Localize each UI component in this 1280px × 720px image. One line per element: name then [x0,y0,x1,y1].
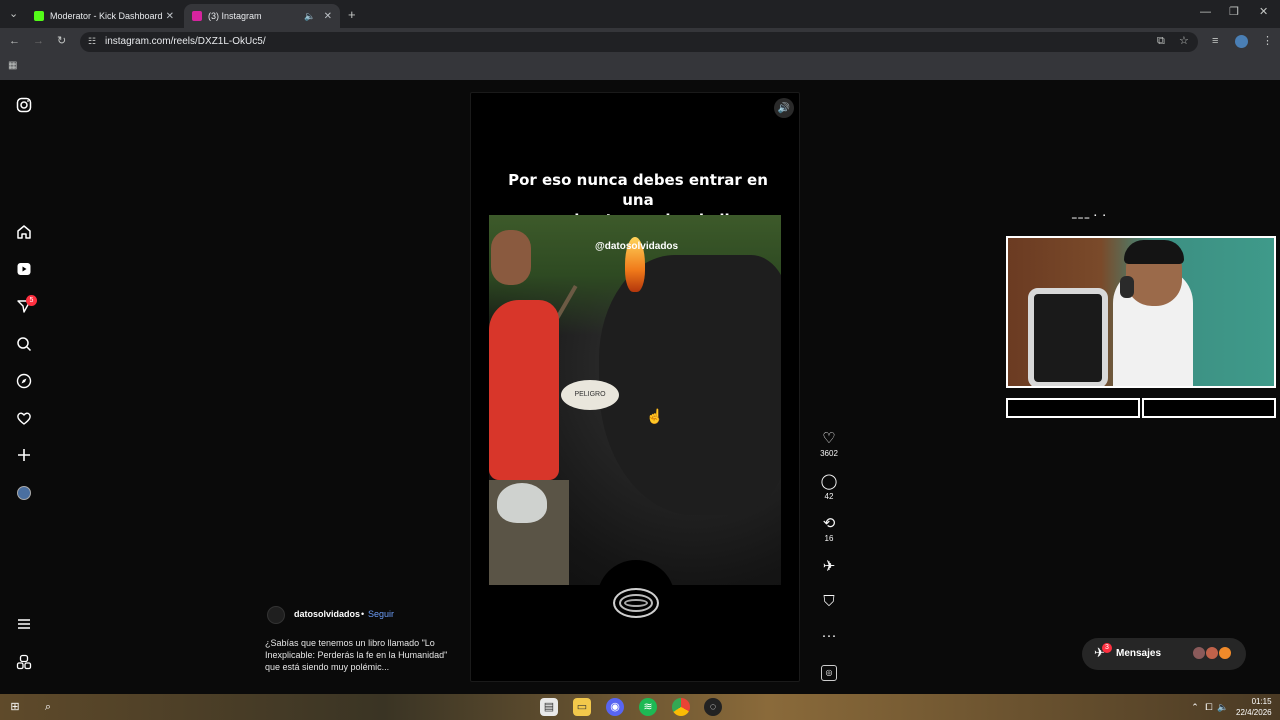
windows-start-icon[interactable]: ⊞ [6,698,24,716]
install-app-icon[interactable]: ⧉ [1157,36,1165,47]
reels-icon[interactable] [14,259,34,279]
channel-logo-ring-icon [613,588,659,618]
more-icon: ··· [821,627,837,644]
search-icon[interactable] [14,334,34,354]
instagram-favicon-icon [192,11,202,21]
more-options-button[interactable]: ··· [816,628,842,644]
obs-icon[interactable]: ◌ [704,698,722,716]
kick-favicon-icon [34,11,44,21]
media-control-icon[interactable]: ≡ [1212,36,1218,47]
comment-icon: ◯ [820,473,838,490]
video-watermark: @datosolvidados [595,241,679,252]
author-name[interactable]: datosolvidados [294,609,360,619]
avatar [1205,646,1219,660]
separator-dot: • [361,609,365,619]
helmet-graphic [497,483,547,523]
file-explorer-icon[interactable]: ▭ [573,698,591,716]
bookmark-star-icon[interactable]: ☆ [1179,36,1189,47]
caption-text[interactable]: ¿Sabías que tenemos un libro llamado "Lo… [265,637,455,673]
volume-icon[interactable]: 🔊 [774,98,794,118]
site-info-icon[interactable]: ☷ [88,37,96,46]
minimize-icon[interactable]: — [1200,7,1211,18]
man-head-graphic [491,230,531,285]
comment-count: 42 [824,492,834,501]
heart-icon: ♡ [822,430,836,447]
store-icon[interactable]: ▤ [540,698,558,716]
share-button[interactable]: ✈ [816,559,842,575]
menu-kebab-icon[interactable]: ⋮ [1262,36,1273,47]
man-red-shirt-graphic [489,300,559,480]
audio-thumb-icon: ◎ [821,665,837,681]
comment-button[interactable]: ◯ 42 [816,473,842,502]
tab-kick-dashboard[interactable]: Moderator - Kick Dashboard ✕ [26,4,182,28]
heart-icon[interactable] [14,408,34,428]
bookmark-icon: ⛉ [823,593,835,610]
avatar [1192,646,1206,660]
webcam-label-bar-left [1006,398,1140,418]
create-icon[interactable] [14,445,34,465]
messages-badge: 3 [1102,643,1112,653]
search-icon[interactable]: ⌕ [39,698,57,716]
like-count: 3602 [820,449,838,458]
taskbar-clock[interactable]: 01:15 22/4/2026 [1236,696,1272,718]
headset-icon [1120,276,1134,298]
hand-cursor-icon: ☝ [646,408,664,424]
home-icon[interactable] [14,222,34,242]
forward-icon[interactable]: → [33,36,44,47]
new-tab-icon[interactable]: + [348,8,356,21]
clock-time: 01:15 [1251,697,1272,706]
audio-button[interactable]: ◎ [816,662,842,681]
close-icon[interactable]: ✕ [166,11,174,22]
repost-icon: ⟲ [822,515,836,532]
webcam-label-bar-right [1142,398,1276,418]
apps-grid-icon[interactable]: ▦ [8,61,17,71]
webcam-overlay [1006,236,1276,388]
streamer-hair-graphic [1124,240,1184,264]
bookmarks-bar [0,56,1280,80]
reload-icon[interactable]: ↻ [57,36,66,47]
menu-icon[interactable] [14,614,34,634]
back-icon[interactable]: ← [9,36,20,47]
tab-label: (3) Instagram [208,11,262,21]
notifications-badge: 5 [26,295,37,306]
instagram-icon[interactable] [14,95,34,115]
tab-search-icon[interactable]: ⌄ [9,9,18,20]
avatar [1218,646,1232,660]
sign-graphic: PELIGRO [561,380,619,410]
discord-icon[interactable]: ◉ [606,698,624,716]
author-avatar[interactable] [267,606,285,624]
cave-rock-graphic [599,255,781,515]
tab-instagram[interactable]: (3) Instagram 🔈 ✕ [184,4,340,28]
threads-icon[interactable] [14,652,34,672]
spotify-icon[interactable]: ≋ [639,698,657,716]
follow-button[interactable]: Seguir [368,609,394,619]
like-button[interactable]: ♡ 3602 [816,430,842,459]
save-button[interactable]: ⛉ [816,594,842,610]
window-close-icon[interactable]: ✕ [1259,7,1268,18]
chrome-icon[interactable] [672,698,690,716]
reel-video-frame[interactable]: PELIGRO [489,215,781,585]
audio-playing-icon[interactable]: 🔈 [304,11,315,22]
clock-date: 22/4/2026 [1236,708,1272,717]
webcam-top-decoration: ▁ ▁ ▁ ▪ ▪ [1072,213,1106,219]
send-icon: ✈ [822,558,836,575]
restore-icon[interactable]: ❐ [1229,7,1239,18]
url-text[interactable]: instagram.com/reels/DXZ1L-OkUc5/ [105,36,266,47]
gaming-chair-graphic [1028,288,1108,386]
volume-icon[interactable]: 🔈 [1214,698,1232,716]
profile-icon[interactable] [14,483,34,503]
tab-label: Moderator - Kick Dashboard [50,11,163,21]
explore-icon[interactable] [14,371,34,391]
repost-count: 16 [824,534,834,543]
close-icon[interactable]: ✕ [324,11,332,22]
messages-label: Mensajes [1116,648,1162,659]
profile-avatar-icon[interactable] [1235,35,1248,48]
repost-button[interactable]: ⟲ 16 [816,515,842,544]
